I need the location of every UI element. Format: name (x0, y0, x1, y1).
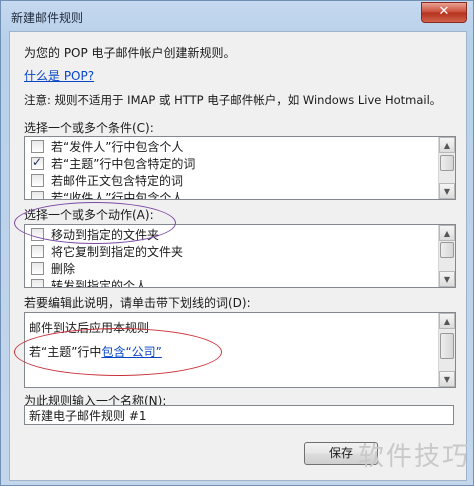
scroll-thumb[interactable] (440, 333, 454, 359)
scroll-up-icon[interactable]: ▲ (439, 225, 455, 241)
scroll-down-icon[interactable]: ▼ (439, 271, 455, 287)
scroll-up-icon[interactable]: ▲ (439, 137, 455, 153)
action-checkbox[interactable] (31, 262, 44, 275)
condition-label: 若“收件人”行中包含个人 (51, 191, 184, 200)
rule-name-input[interactable]: 新建电子邮件规则 #1 (24, 405, 454, 425)
title-bar[interactable]: 新建邮件规则 ✕ (1, 1, 473, 31)
action-checkbox[interactable] (31, 245, 44, 258)
what-is-pop-link[interactable]: 什么是 POP? (24, 67, 94, 84)
annotation-purple-circle (14, 202, 176, 244)
action-checkbox[interactable] (31, 279, 44, 287)
close-icon: ✕ (438, 4, 450, 19)
scroll-up-icon[interactable]: ▲ (439, 313, 455, 329)
conditions-scrollbar[interactable]: ▲ ▼ (438, 137, 455, 199)
annotation-red-circle (14, 328, 222, 376)
scroll-thumb[interactable] (440, 155, 454, 171)
intro-text: 为您的 POP 电子邮件帐户创建新规则。 (24, 46, 236, 60)
save-button-label: 保存 (328, 446, 353, 460)
condition-checkbox[interactable] (31, 174, 44, 187)
action-label: 将它复制到指定的文件夹 (51, 245, 184, 259)
condition-label: 若邮件正文包含特定的词 (51, 174, 184, 188)
condition-label: 若“发件人”行中包含个人 (51, 140, 184, 154)
scroll-down-icon[interactable]: ▼ (439, 371, 455, 387)
conditions-label: 选择一个或多个条件(C): (24, 121, 154, 135)
dialog-body: 为您的 POP 电子邮件帐户创建新规则。 什么是 POP? 注意: 规则不适用于… (9, 31, 467, 481)
action-label: 转发到指定的个人 (51, 279, 148, 288)
conditions-list[interactable]: 若“发件人”行中包含个人 若“主题”行中包含特定的词 若邮件正文包含特定的词 若… (24, 136, 456, 200)
watermark: 软件技巧 (357, 442, 470, 472)
close-button[interactable]: ✕ (421, 2, 467, 23)
rule-name-value: 新建电子邮件规则 #1 (29, 409, 147, 423)
description-label: 若要编辑此说明，请单击带下划线的词(D): (24, 296, 251, 310)
description-scrollbar[interactable]: ▲ ▼ (438, 313, 455, 387)
actions-scrollbar[interactable]: ▲ ▼ (438, 225, 455, 287)
action-label: 删除 (51, 262, 76, 276)
condition-checkbox[interactable] (31, 140, 44, 153)
note-text: 注意: 规则不适用于 IMAP 或 HTTP 电子邮件帐户，如 Windows … (24, 93, 442, 107)
condition-checkbox[interactable] (31, 155, 44, 170)
window-title: 新建邮件规则 (11, 11, 84, 25)
condition-label: 若“主题”行中包含特定的词 (51, 157, 196, 171)
scroll-down-icon[interactable]: ▼ (439, 183, 455, 199)
scroll-thumb[interactable] (440, 242, 454, 258)
condition-checkbox[interactable] (31, 191, 44, 199)
dialog-window: 新建邮件规则 ✕ 为您的 POP 电子邮件帐户创建新规则。 什么是 POP? 注… (0, 0, 474, 486)
